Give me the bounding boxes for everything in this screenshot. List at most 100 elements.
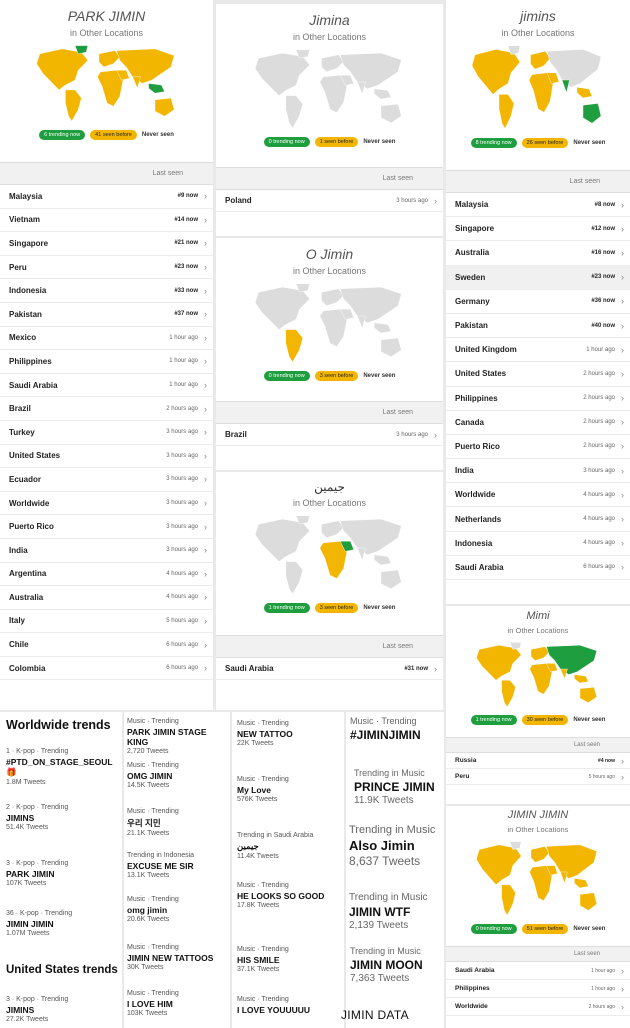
country-row[interactable]: Philippines 1 hour ago › <box>446 980 630 998</box>
country-row[interactable]: United States 2 hours ago › <box>446 362 630 387</box>
trend-item[interactable]: Trending in Music PRINCE JIMIN 11.9K Tweet… <box>354 768 435 806</box>
country-row[interactable]: Brazil 2 hours ago › <box>0 397 213 421</box>
country-row[interactable]: Poland 3 hours ago › <box>216 190 443 212</box>
country-row[interactable]: Worldwide 2 hours ago › <box>446 998 630 1016</box>
trend-item[interactable]: Music · Trending PARK JIMIN STAGE KING 2,7… <box>127 718 230 755</box>
country-row[interactable]: Indonesia 4 hours ago › <box>446 531 630 556</box>
country-row[interactable]: Argentina 4 hours ago › <box>0 562 213 587</box>
country-name: Pakistan <box>455 321 488 331</box>
map-region-in <box>131 76 141 89</box>
trend-item[interactable]: Music · Trending 우리 지민 21.1K Tweets <box>127 808 179 837</box>
map-region-na <box>476 644 522 681</box>
trend-item[interactable]: Music · Trending #JIMINJIMIN <box>350 716 421 742</box>
country-name: Malaysia <box>455 200 489 210</box>
country-row[interactable]: Turkey 3 hours ago › <box>0 420 213 445</box>
country-row[interactable]: Philippines 1 hour ago › <box>0 350 213 374</box>
country-row[interactable]: Mexico 1 hour ago › <box>0 326 213 351</box>
country-row[interactable]: Malaysia #9 now › <box>0 185 213 209</box>
map-region-eu <box>530 50 551 70</box>
country-row[interactable]: Ecuador 3 hours ago › <box>0 468 213 492</box>
country-row[interactable]: Worldwide 4 hours ago › <box>446 483 630 508</box>
country-row[interactable]: India 3 hours ago › <box>446 459 630 484</box>
trend-item[interactable]: Trending in Music Also Jimin 8,637 Tweets <box>349 824 435 868</box>
trend-item[interactable]: Music · Trending I LOVE HIM 103K Tweets <box>127 990 179 1017</box>
country-row[interactable]: Brazil 3 hours ago › <box>216 424 443 446</box>
trend-item[interactable]: Trending in Indonesia EXCUSE ME SIR 13.1K … <box>127 852 194 879</box>
country-row[interactable]: Singapore #12 now › <box>446 217 630 242</box>
last-seen-value: 1 hour ago <box>591 967 615 974</box>
last-seen-value: 4 hours ago <box>583 540 615 547</box>
country-row[interactable]: Saudi Arabia 1 hour ago › <box>446 962 630 980</box>
trend-item[interactable]: 3 · K-pop · Trending JIMINS 27.2K Tweets <box>6 996 68 1023</box>
country-row[interactable]: Philippines 2 hours ago › <box>446 386 630 411</box>
panel-subtitle: in Other Locations <box>292 266 367 276</box>
country-row[interactable]: Singapore #21 now › <box>0 232 213 256</box>
country-row[interactable]: Puerto Rico 3 hours ago › <box>0 515 213 539</box>
chevron-right-icon: › <box>621 344 624 355</box>
country-row[interactable]: Australia 4 hours ago › <box>0 586 213 610</box>
trend-item[interactable]: Music · Trending HE LOOKS SO GOOD 17.8K Tw… <box>237 882 324 909</box>
country-row[interactable]: Sweden #23 now › <box>446 265 630 290</box>
country-row[interactable]: Puerto Rico 2 hours ago › <box>446 434 630 460</box>
country-row[interactable]: Indonesia #33 now › <box>0 279 213 303</box>
country-name: Worldwide <box>9 498 50 508</box>
last-seen-header: Last seen <box>216 635 443 658</box>
trend-item[interactable]: Trending in Music JIMIN MOON 7,363 Tweets <box>350 946 423 984</box>
country-row[interactable]: Saudi Arabia 6 hours ago › <box>446 555 630 580</box>
trend-item[interactable]: 36 · K-pop · Trending JIMIN JIMIN 1.07M … <box>6 910 72 937</box>
panel-title: Mimi <box>526 610 550 622</box>
trend-item[interactable]: Music · Trending JIMIN NEW TATTOOS 30K Twe… <box>127 944 213 971</box>
country-row[interactable]: Colombia 6 hours ago › <box>0 656 213 681</box>
trend-item[interactable]: 3 · K-pop · Trending PARK JIMIN 107K Twe… <box>6 860 68 887</box>
country-row[interactable]: Saudi Arabia 1 hour ago › <box>0 373 213 398</box>
trends-col-4: Music · Trending #JIMINJIMIN Trending in … <box>341 712 444 1028</box>
country-row[interactable]: Pakistan #37 now › <box>0 302 213 327</box>
map-region-eu <box>98 50 120 68</box>
country-row[interactable]: India 3 hours ago › <box>0 538 213 563</box>
chevron-right-icon: › <box>621 272 624 283</box>
country-row[interactable]: Italy 5 hours ago › <box>0 609 213 634</box>
chevron-right-icon: › <box>204 262 207 273</box>
seen-before-badge: 51 seen before <box>521 924 569 934</box>
trend-item[interactable]: Music · Trending HIS SMILE 37.1K Tweets <box>237 946 289 973</box>
country-row[interactable]: Germany #36 now › <box>446 289 630 314</box>
trend-item[interactable]: Trending in Saudi Arabia جيمين 11.4K Tweet… <box>237 832 313 860</box>
trend-item[interactable]: Trending in Music JIMIN WTF 2,139 Tweets <box>349 892 428 931</box>
trending-now-badge: 0 trending now <box>263 137 310 147</box>
country-row[interactable]: Vietnam #14 now › <box>0 208 213 233</box>
panel-jimina: Jimina in Other Locations 0 trending now… <box>216 4 443 236</box>
trend-item[interactable]: 2 · K-pop · Trending JIMINS 51.4K Tweets <box>6 804 68 831</box>
country-row[interactable]: Chile 6 hours ago › <box>0 633 213 657</box>
trend-item[interactable]: 1 · K-pop · Trending #PTD_ON_STAGE_SEOUL… <box>6 748 122 786</box>
country-row[interactable]: Canada 2 hours ago › <box>446 410 630 435</box>
country-row[interactable]: Saudi Arabia #31 now › <box>216 658 443 680</box>
country-row[interactable]: Peru 5 hours ago › <box>446 769 630 785</box>
country-row[interactable]: Russia #4 now › <box>446 753 630 769</box>
country-row[interactable]: Worldwide 3 hours ago › <box>0 491 213 516</box>
trend-item[interactable]: Music · Trending OMG JIMIN 14.5K Tweets <box>127 762 179 789</box>
country-row[interactable]: Malaysia #8 now › <box>446 193 630 218</box>
trend-item[interactable]: Music · Trending omg jimin 20.6K Tweets <box>127 896 179 923</box>
last-seen-header: Last seen <box>0 162 213 185</box>
country-row[interactable]: United Kingdom 1 hour ago › <box>446 338 630 363</box>
country-row[interactable]: Pakistan #40 now › <box>446 313 630 339</box>
trend-item[interactable]: Music · Trending My Love 576K Tweets <box>237 776 289 803</box>
chevron-right-icon: › <box>204 498 207 509</box>
country-name: Singapore <box>455 224 495 234</box>
country-name: Italy <box>9 616 26 626</box>
footer-credit: JIMIN DATA <box>341 1008 409 1022</box>
trend-item[interactable]: Music · Trending I LOVE YOUUUUU <box>237 996 310 1015</box>
country-name: Puerto Rico <box>9 522 54 532</box>
country-name: Netherlands <box>455 514 502 524</box>
map-region-eu <box>320 54 344 73</box>
chevron-right-icon: › <box>434 663 437 674</box>
country-row[interactable]: Peru #23 now › <box>0 255 213 280</box>
country-row[interactable]: Australia #16 now › <box>446 241 630 266</box>
us-trends-heading: United States trends <box>6 964 118 976</box>
country-name: Vietnam <box>9 215 40 225</box>
chevron-right-icon: › <box>621 223 624 234</box>
country-row[interactable]: Netherlands 4 hours ago › <box>446 507 630 532</box>
trend-item[interactable]: Music · Trending NEW TATTOO 22K Tweets <box>237 720 293 747</box>
country-row[interactable]: United States 3 hours ago › <box>0 444 213 469</box>
map-region-sa <box>285 95 303 129</box>
